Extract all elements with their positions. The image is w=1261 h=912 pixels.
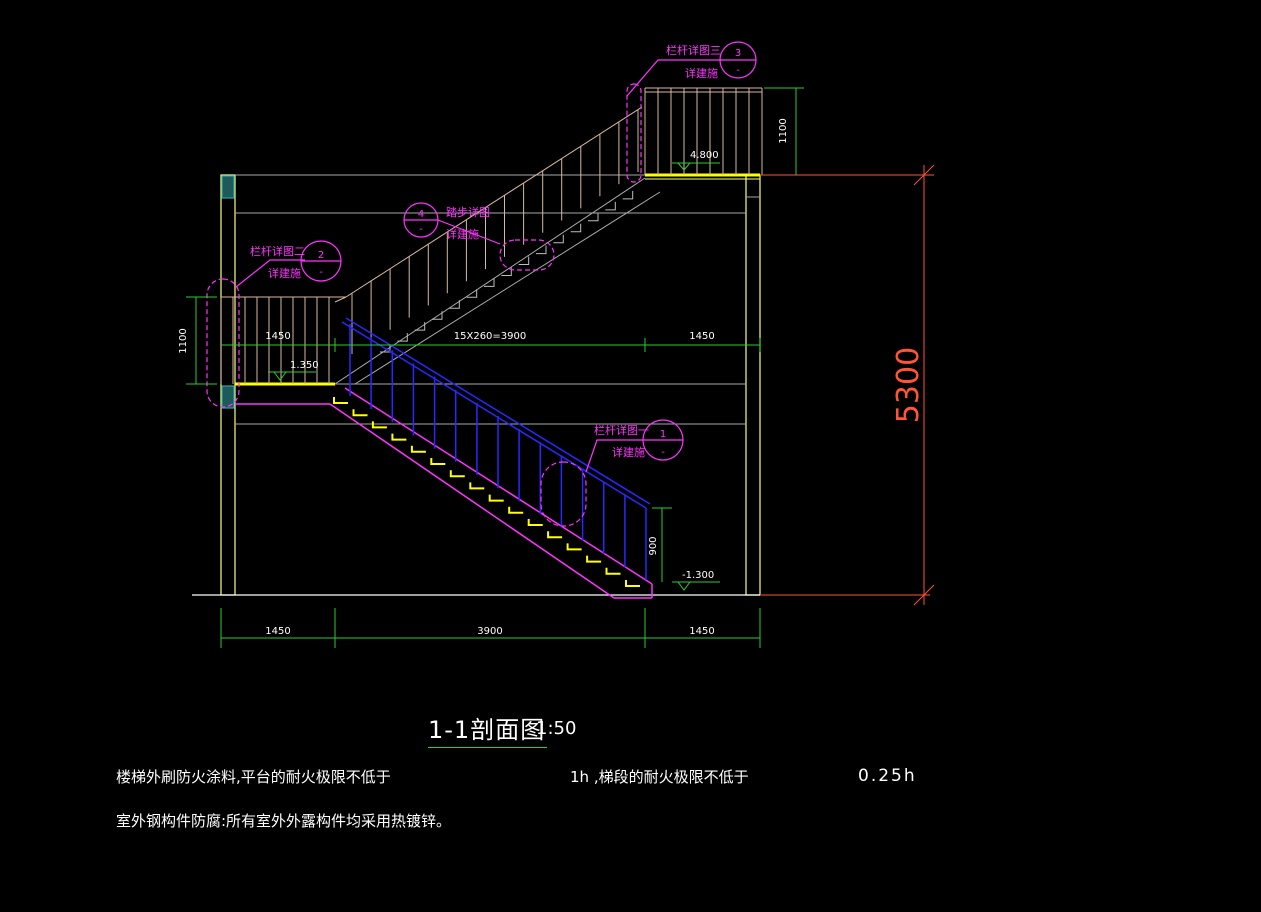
- dim-bottom-left: 1450: [265, 626, 290, 637]
- dim-bottom-right: 1450: [689, 626, 714, 637]
- dim-bottom-mid: 3900: [477, 626, 502, 637]
- total-height-label: 5300: [891, 347, 926, 423]
- level-mid: 1.350: [290, 360, 319, 371]
- note-line2: 室外钢构件防腐:所有室外外露构件均采用热镀锌。: [116, 812, 452, 830]
- section-scale: 1:50: [536, 718, 577, 739]
- callout-2-num: 2: [318, 250, 324, 261]
- dim-mid-left: 1450: [265, 331, 290, 342]
- rail-height-low: 900: [648, 536, 659, 555]
- callout-1-title: 栏杆详图一: [594, 423, 649, 437]
- note-line1-a: 楼梯外刷防火涂料,平台的耐火极限不低于: [116, 768, 391, 786]
- callout-1-num: 1: [660, 429, 666, 440]
- rail-height-mid: 1100: [178, 328, 189, 353]
- callout-1-dash: -: [661, 447, 665, 458]
- callout-3-title: 栏杆详图三: [666, 43, 721, 57]
- section-title: 1-1剖面图: [428, 710, 548, 748]
- callout-3-sub: 详建施: [685, 66, 718, 80]
- callout-4-title: 踏步详图: [446, 205, 490, 219]
- rail-height-top: 1100: [778, 118, 789, 143]
- dim-stair: 15X260=3900: [454, 331, 527, 342]
- callout-2-title: 栏杆详图二: [250, 244, 305, 258]
- callout-2-sub: 详建施: [268, 266, 301, 280]
- callout-1-sub: 详建施: [612, 445, 645, 459]
- callout-3-num: 3: [735, 48, 741, 59]
- note-line1-b: 1h ,梯段的耐火极限不低于: [570, 768, 749, 786]
- level-top: 4.800: [690, 150, 719, 161]
- callout-2-dash: -: [319, 267, 323, 278]
- callout-3-dash: -: [736, 65, 740, 76]
- left-column-cap-top: [221, 175, 235, 199]
- note-line1-c: 0.25h: [858, 766, 917, 786]
- level-low: -1.300: [682, 570, 714, 581]
- callout-4-num: 4: [418, 209, 424, 220]
- callout-4-sub: 详建施: [446, 227, 479, 241]
- dim-mid-right: 1450: [689, 331, 714, 342]
- callout-4-dash: -: [419, 224, 423, 235]
